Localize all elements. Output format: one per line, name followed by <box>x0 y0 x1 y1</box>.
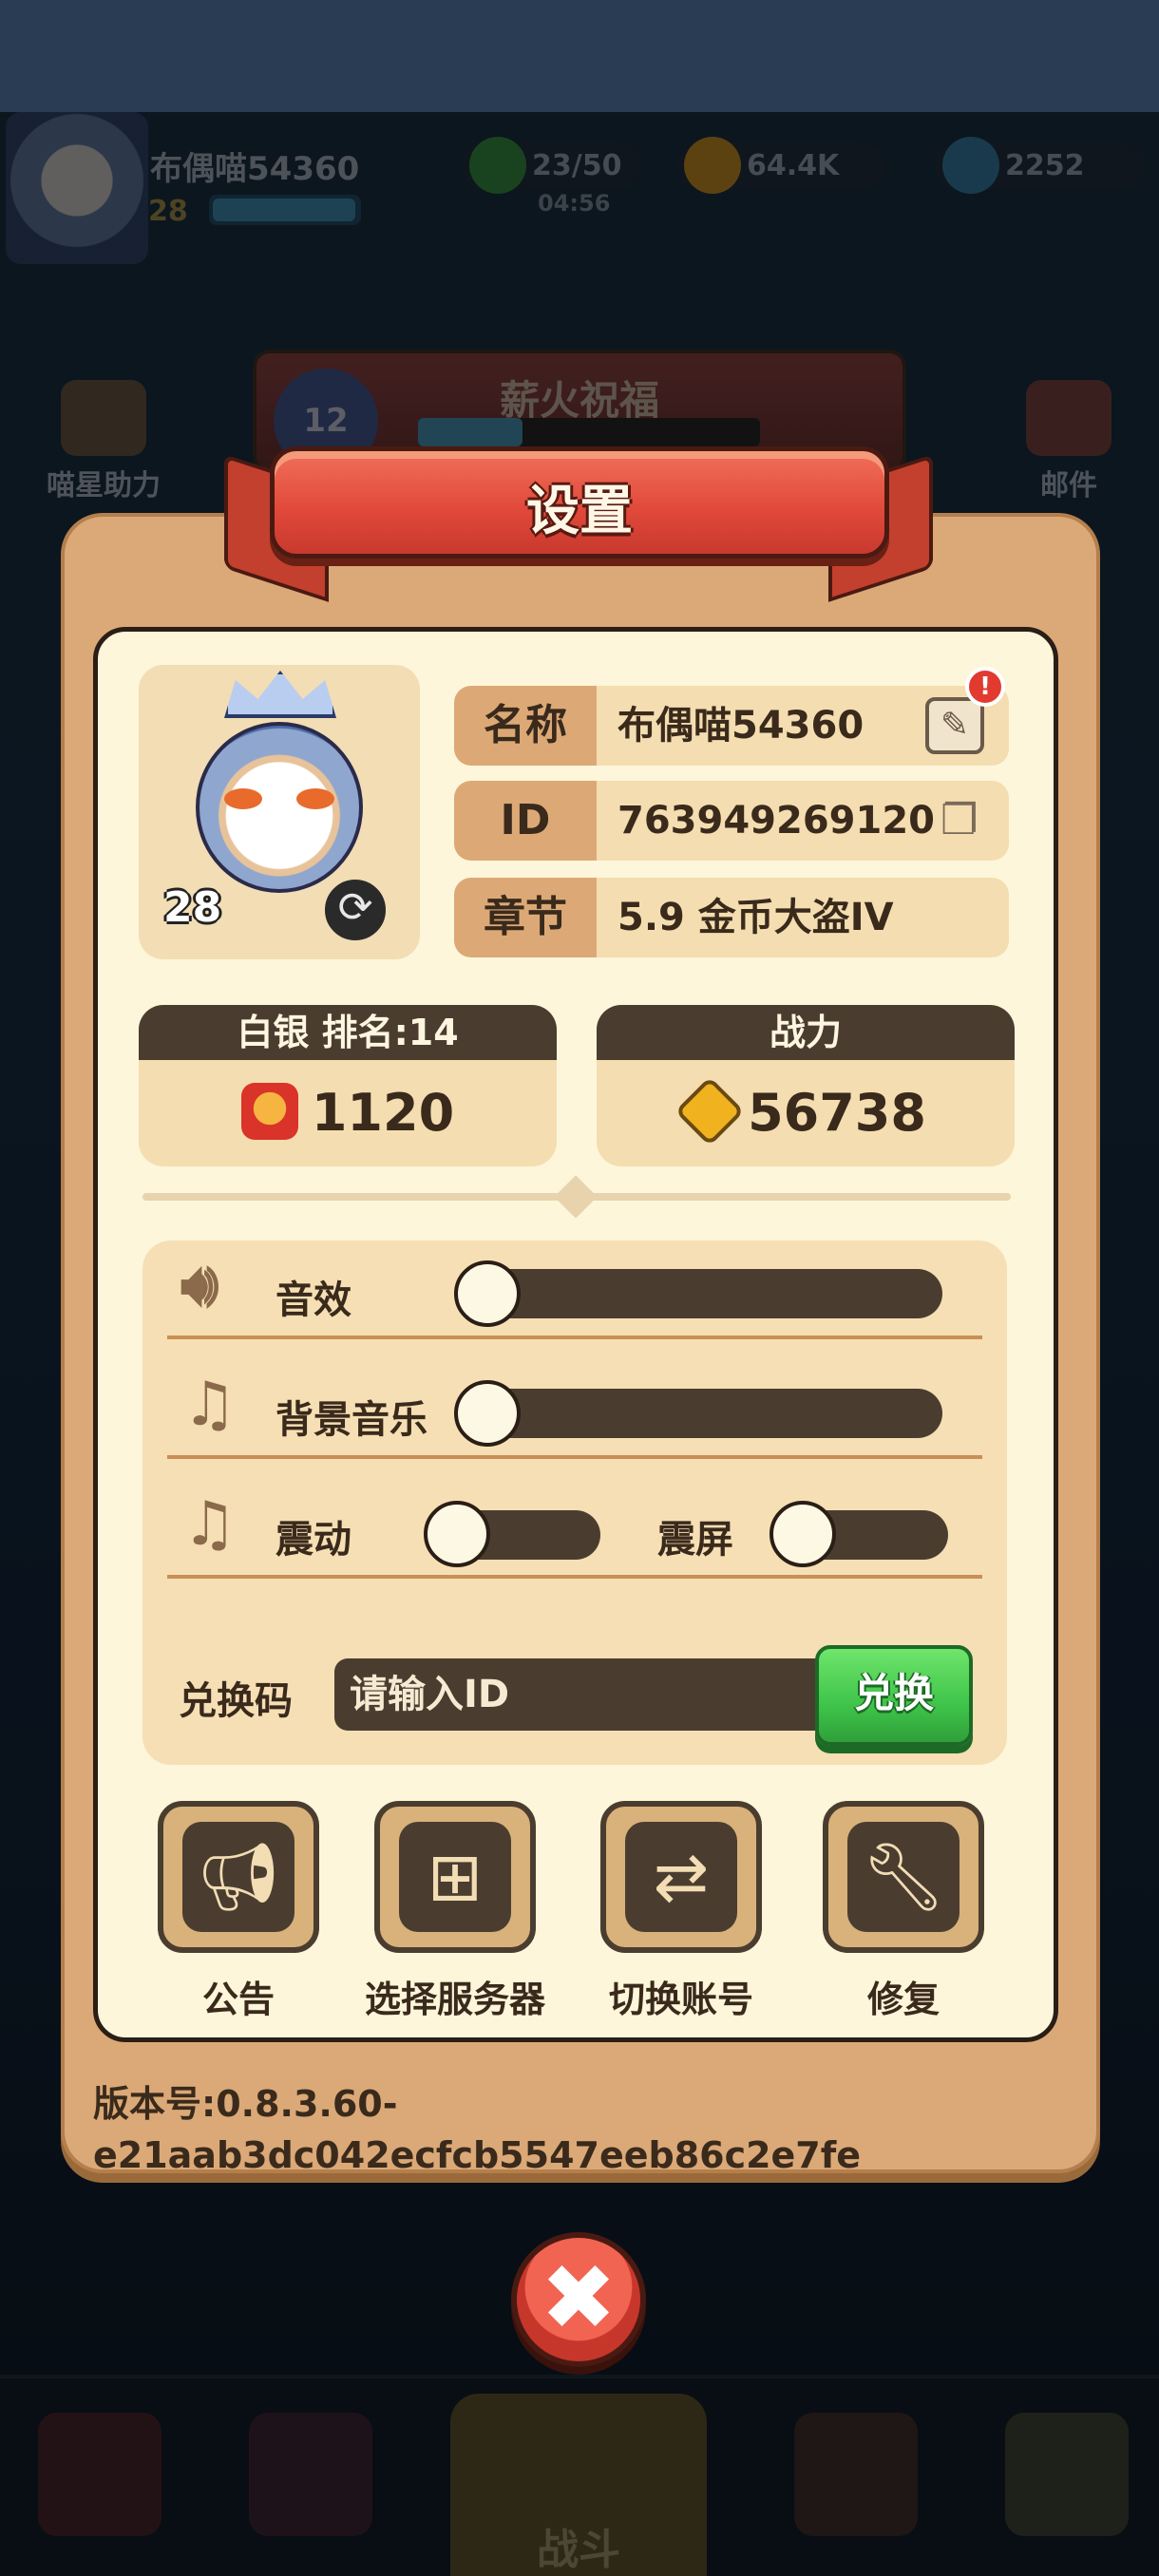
row-separator <box>167 1455 982 1459</box>
name-row: 名称 布偶喵54360 ✎ ! <box>454 667 1009 766</box>
server-icon: ⊞ <box>399 1822 511 1932</box>
announcement-button[interactable]: 📢︎ 公告 <box>158 1801 319 2020</box>
music-note-icon: ♫ <box>182 1370 238 1440</box>
screen-shake-toggle-handle[interactable] <box>770 1501 836 1567</box>
mask-left-icon <box>224 788 262 809</box>
megaphone-icon: 📢︎ <box>182 1822 294 1932</box>
power-header: 战力 <box>597 1005 1015 1060</box>
row-separator <box>167 1335 982 1339</box>
power-card[interactable]: 战力 56738 <box>597 1005 1015 1166</box>
music-note-icon: ♫ <box>182 1489 238 1560</box>
chapter-label: 章节 <box>454 878 597 957</box>
sound-label: 音效 <box>276 1279 352 1322</box>
avatar-level: 28 <box>163 883 222 932</box>
redeem-label: 兑换码 <box>179 1679 293 1723</box>
copy-icon: ❐ <box>940 796 978 844</box>
rank-header: 白银 排名:14 <box>139 1005 557 1060</box>
music-slider[interactable] <box>456 1389 942 1438</box>
redeem-code-input[interactable] <box>334 1658 828 1731</box>
select-server-button[interactable]: ⊞ 选择服务器 <box>365 1801 545 2020</box>
rank-medal-icon <box>240 1083 298 1141</box>
paw-badge-icon <box>674 1076 745 1147</box>
rank-card[interactable]: 白银 排名:14 1120 <box>139 1005 557 1166</box>
music-label: 背景音乐 <box>276 1398 428 1442</box>
chapter-value: 5.9 金币大盗IV <box>618 896 894 939</box>
id-row: ID 763949269120 ❐ <box>454 781 1009 861</box>
refresh-icon: ⟳ <box>337 883 373 932</box>
vibration-toggle-handle[interactable] <box>424 1501 490 1567</box>
close-button[interactable]: ✖ <box>511 2232 646 2367</box>
mask-right-icon <box>296 788 334 809</box>
sound-slider[interactable] <box>456 1269 942 1318</box>
edit-name-button[interactable]: ✎ <box>925 697 984 754</box>
name-label: 名称 <box>454 686 597 766</box>
copy-id-button[interactable]: ❐ <box>940 794 986 847</box>
switch-account-icon: ⇄ <box>625 1822 737 1932</box>
version-line-1: 版本号:0.8.3.60- <box>93 2083 398 2125</box>
row-separator <box>167 1575 982 1579</box>
close-icon: ✖ <box>540 2245 618 2351</box>
id-label: ID <box>454 781 597 861</box>
sound-slider-handle[interactable] <box>454 1260 521 1327</box>
cat-avatar-icon <box>196 722 363 893</box>
rank-value: 1120 <box>311 1083 455 1143</box>
id-value: 763949269120 <box>618 799 935 843</box>
repair-label: 修复 <box>866 1979 940 2020</box>
music-slider-handle[interactable] <box>454 1380 521 1447</box>
change-avatar-button[interactable]: ⟳ <box>321 876 390 944</box>
chapter-row: 章节 5.9 金币大盗IV <box>454 878 1009 957</box>
name-value: 布偶喵54360 <box>618 704 864 748</box>
repair-button[interactable]: 🔧︎ 修复 <box>823 1801 984 2020</box>
redeem-button[interactable]: 兑换 <box>815 1645 973 1746</box>
power-value: 56738 <box>748 1083 926 1143</box>
dialog-title: 设置 <box>526 481 633 542</box>
switch-account-button[interactable]: ⇄ 切换账号 <box>600 1801 762 2020</box>
dialog-title-ribbon: 设置 <box>270 446 889 559</box>
speaker-icon: 🔊︎ <box>180 1250 219 1320</box>
version-info: 版本号:0.8.3.60- e21aab3dc042ecfcb5547eeb86… <box>93 2078 861 2181</box>
pencil-icon: ✎ <box>940 706 970 745</box>
alert-badge: ! <box>965 667 1005 707</box>
status-bar <box>0 0 1159 112</box>
vibration-label: 震动 <box>276 1518 352 1562</box>
version-line-2: e21aab3dc042ecfcb5547eeb86c2e7fe <box>93 2134 862 2176</box>
wrench-icon: 🔧︎ <box>847 1822 960 1932</box>
shake-label: 震屏 <box>657 1518 733 1562</box>
